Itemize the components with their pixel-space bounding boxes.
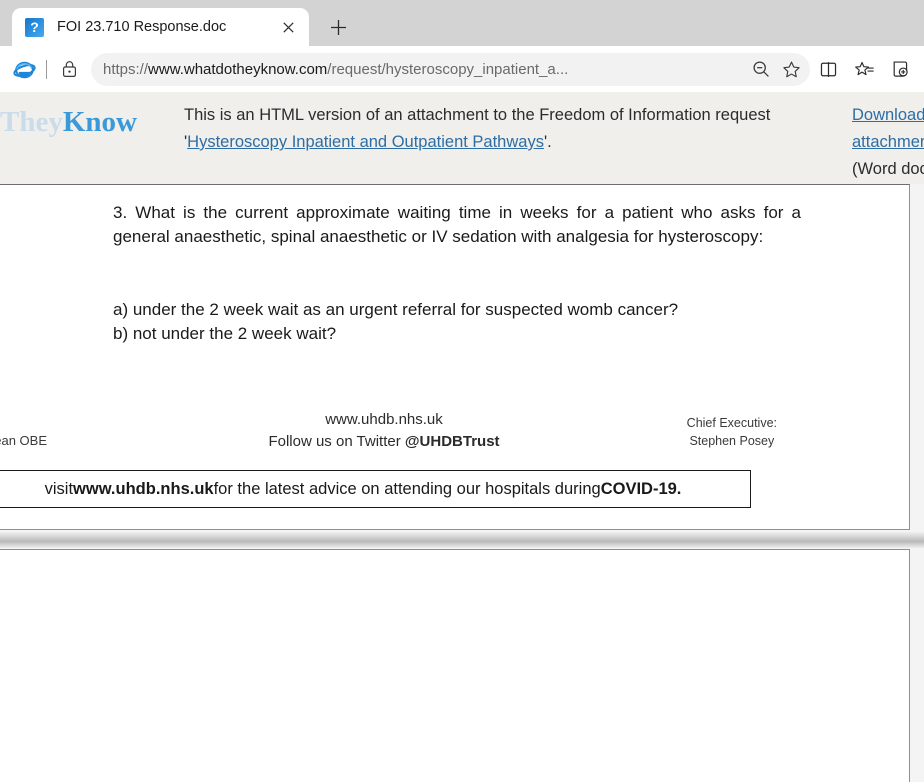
download-attachment-block: Download attachment (Word document) — [852, 102, 924, 183]
url-scheme: https:// — [103, 60, 149, 78]
request-link[interactable]: Hysteroscopy Inpatient and Outpatient Pa… — [187, 133, 544, 151]
star-icon[interactable] — [776, 55, 806, 83]
url-text[interactable]: https://www.whatdotheyknow.com/request/h… — [97, 61, 746, 78]
download-format-note: (Word document) — [852, 160, 924, 178]
browser-window: ? FOI 23.710 Response.doc https://www.wh… — [0, 0, 924, 782]
page-separator — [0, 531, 924, 548]
covid-prefix: visit — [44, 479, 74, 498]
banner-quote-close: '. — [543, 133, 552, 151]
wdtk-logo-they: They — [0, 106, 63, 138]
document-page-2: We have 3 categories: 2WW referral curre… — [0, 549, 910, 782]
toolbar-right-icons — [810, 52, 918, 86]
wdtk-logo[interactable]: TheyKnow — [0, 105, 160, 139]
question-3-options: a) under the 2 week wait as an urgent re… — [113, 298, 813, 346]
covid-advice-banner: visit www.uhdb.nhs.uk for the latest adv… — [0, 470, 751, 508]
footer-twitter-prefix: Follow us on Twitter — [268, 433, 405, 450]
question-3: 3. What is the current approximate waiti… — [113, 201, 801, 249]
new-tab-button[interactable] — [321, 10, 355, 44]
zoom-out-icon[interactable] — [746, 55, 776, 83]
footer-twitter: Follow us on Twitter @UHDBTrust — [0, 431, 779, 453]
tab-favicon-glyph: ? — [30, 19, 39, 35]
footer-chief-executive-label: Chief Executive: — [686, 416, 777, 430]
banner-message-lead: This is an HTML version of an attachment… — [184, 106, 771, 124]
wdtk-logo-know: Know — [62, 106, 137, 138]
covid-suffix: COVID-19. — [600, 479, 682, 498]
browser-toolbar: https://www.whatdotheyknow.com/request/h… — [0, 46, 924, 92]
question-3-option-a: a) under the 2 week wait as an urgent re… — [113, 300, 679, 319]
address-bar[interactable]: https://www.whatdotheyknow.com/request/h… — [91, 52, 810, 86]
document-viewer: 3. What is the current approximate waiti… — [0, 184, 924, 782]
lock-icon[interactable] — [51, 52, 87, 86]
split-screen-icon[interactable] — [810, 52, 846, 86]
footer-contact-block: www.uhdb.nhs.uk Follow us on Twitter @UH… — [0, 409, 779, 453]
banner-message: This is an HTML version of an attachment… — [160, 102, 852, 156]
footer-twitter-handle: @UHDBTrust — [404, 433, 500, 450]
document-page-1: 3. What is the current approximate waiti… — [0, 184, 910, 530]
download-attachment-link-line2[interactable]: attachment — [852, 129, 924, 156]
footer-website: www.uhdb.nhs.uk — [325, 411, 443, 428]
tab-favicon: ? — [25, 17, 44, 37]
covid-url: www.uhdb.nhs.uk — [73, 479, 214, 498]
favorites-list-icon[interactable] — [846, 52, 882, 86]
close-icon[interactable] — [275, 14, 301, 40]
question-3-text: 3. What is the current approximate waiti… — [113, 203, 801, 246]
covid-middle: for the latest advice on attending our h… — [213, 479, 601, 498]
toolbar-divider — [46, 59, 47, 79]
tab-title: FOI 23.710 Response.doc — [57, 19, 227, 35]
url-host: www.whatdotheyknow.com — [148, 60, 328, 78]
internet-explorer-icon[interactable] — [6, 52, 42, 86]
tab-strip: ? FOI 23.710 Response.doc — [0, 0, 924, 46]
collections-icon[interactable] — [882, 52, 918, 86]
question-3-option-b: b) not under the 2 week wait? — [113, 324, 337, 343]
wdtk-banner: TheyKnow This is an HTML version of an a… — [0, 92, 924, 184]
footer-chief-executive: Chief Executive: Stephen Posey — [687, 414, 777, 450]
footer-chief-executive-name: Stephen Posey — [689, 434, 775, 448]
browser-tab-active[interactable]: ? FOI 23.710 Response.doc — [12, 8, 309, 46]
url-path: /request/hysteroscopy_inpatient_a... — [327, 60, 569, 78]
download-attachment-link-line1[interactable]: Download — [852, 102, 924, 129]
